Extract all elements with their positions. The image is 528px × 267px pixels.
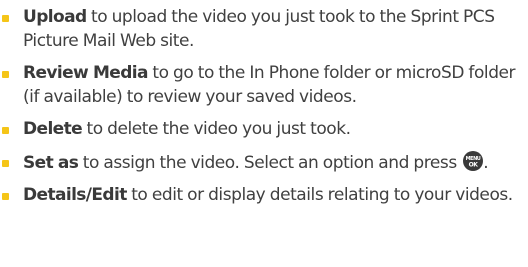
item-term: Details/Edit xyxy=(23,185,127,205)
item-description: to edit or display details relating to y… xyxy=(126,185,513,205)
bullet-list: Upload to upload the video you just took… xyxy=(0,0,528,208)
item-description: to upload the video you just took to the… xyxy=(23,7,495,51)
list-item-set-as: Set as to assign the video. Select an op… xyxy=(0,150,528,176)
bullet-marker xyxy=(2,193,9,200)
item-term: Review Media xyxy=(23,63,149,83)
list-item-review-media: Review Media to go to the In Phone folde… xyxy=(0,62,528,109)
item-term: Upload xyxy=(23,7,87,27)
item-description-end: . xyxy=(483,152,489,173)
svg-text:OK: OK xyxy=(469,161,479,168)
item-description: to delete the video you just took. xyxy=(82,119,352,139)
list-item-delete: Delete to delete the video you just took… xyxy=(0,118,528,142)
bullet-marker xyxy=(2,159,9,167)
item-description: to assign the video. Select an option an… xyxy=(78,152,462,173)
list-item-upload: Upload to upload the video you just took… xyxy=(0,0,528,53)
bullet-marker xyxy=(2,127,9,134)
bullet-marker xyxy=(2,71,9,78)
item-term: Delete xyxy=(23,119,83,139)
menu-ok-key-icon: MENU OK xyxy=(463,150,484,171)
item-term: Set as xyxy=(23,152,79,173)
bullet-marker xyxy=(2,15,9,22)
list-item-details-edit: Details/Edit to edit or display details … xyxy=(0,184,528,208)
